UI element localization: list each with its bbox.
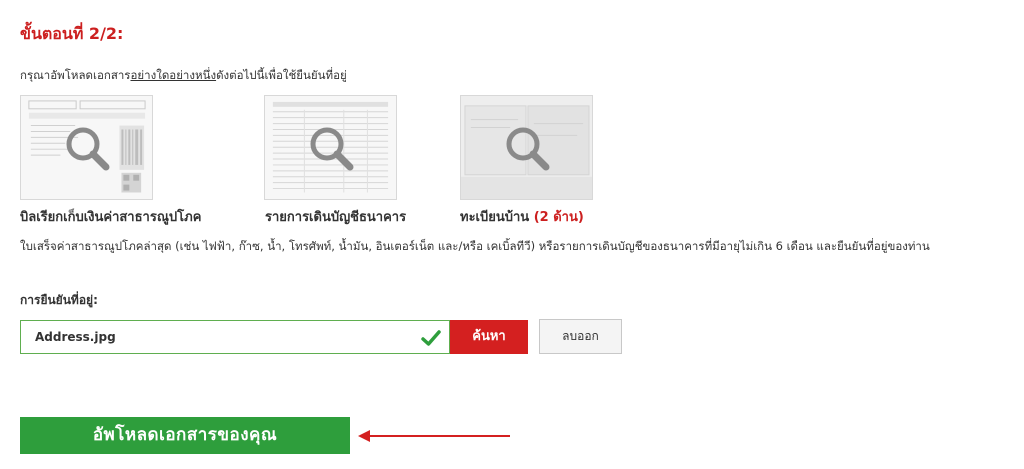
instruction-underlined: อย่างใดอย่างหนึ่ง <box>130 68 217 82</box>
step-title: ขั้นตอนที่ 2/2: <box>20 24 124 43</box>
address-verification-label: การยืนยันที่อยู่: <box>20 293 98 307</box>
instruction-before: กรุณาอัพโหลดเอกสาร <box>20 68 131 82</box>
browse-button[interactable]: ค้นหา <box>450 320 528 354</box>
file-path-field[interactable]: Address.jpg <box>20 320 450 354</box>
upload-documents-button[interactable]: อัพโหลดเอกสารของคุณ <box>20 417 350 454</box>
house-registration-label: ทะเบียนบ้าน (2 ด้าน) <box>460 206 584 227</box>
remove-button[interactable]: ลบออก <box>539 319 622 354</box>
house-registration-note: (2 ด้าน) <box>533 210 584 225</box>
document-description: ใบเสร็จค่าสาธารณูปโภคล่าสุด (เช่น ไฟฟ้า,… <box>20 239 930 253</box>
file-name-text: Address.jpg <box>35 330 116 344</box>
search-icon <box>506 127 549 170</box>
search-icon <box>310 127 353 170</box>
check-icon <box>421 330 441 346</box>
instruction-after: ดังต่อไปนี้เพื่อใช้ยืนยันที่อยู่ <box>216 68 347 82</box>
house-registration-thumbnail[interactable] <box>460 95 593 200</box>
search-icon <box>66 127 109 170</box>
arrow-left-icon <box>358 430 510 442</box>
utility-bill-label: บิลเรียกเก็บเงินค่าสาธารณูปโภค <box>20 210 202 225</box>
instruction-text: กรุณาอัพโหลดเอกสารอย่างใดอย่างหนึ่งดังต่… <box>20 67 347 85</box>
bank-statement-label: รายการเดินบัญชีธนาคาร <box>265 210 407 225</box>
utility-bill-thumbnail[interactable] <box>20 95 153 200</box>
bank-statement-thumbnail[interactable] <box>264 95 397 200</box>
house-registration-label-text: ทะเบียนบ้าน <box>460 210 534 225</box>
